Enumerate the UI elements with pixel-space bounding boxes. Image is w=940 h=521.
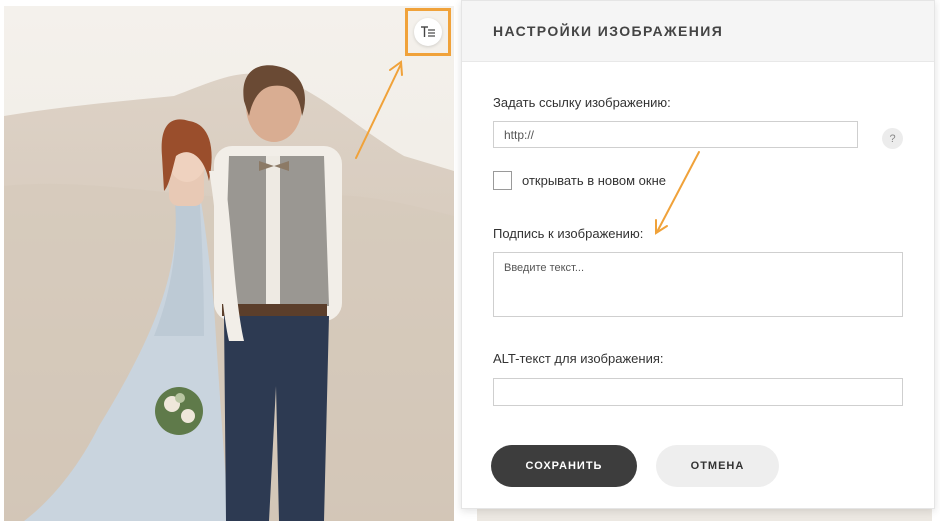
new-window-checkbox[interactable] <box>493 171 512 190</box>
image-settings-panel: НАСТРОЙКИ ИЗОБРАЖЕНИЯ Задать ссылку изоб… <box>461 0 935 509</box>
text-settings-button[interactable] <box>405 8 451 56</box>
text-settings-circle <box>414 18 442 46</box>
panel-title: НАСТРОЙКИ ИЗОБРАЖЕНИЯ <box>493 23 724 39</box>
panel-header: НАСТРОЙКИ ИЗОБРАЖЕНИЯ <box>462 1 934 62</box>
caption-label: Подпись к изображению: <box>493 226 644 241</box>
link-input[interactable] <box>493 121 858 148</box>
background-image-strip <box>477 509 932 521</box>
alt-label: ALT-текст для изображения: <box>493 351 664 366</box>
link-label: Задать ссылку изображению: <box>493 95 671 110</box>
new-window-label: открывать в новом окне <box>522 173 666 188</box>
help-icon[interactable]: ? <box>882 128 903 149</box>
caption-input[interactable] <box>493 252 903 317</box>
alt-input[interactable] <box>493 378 903 406</box>
editor-stage: НАСТРОЙКИ ИЗОБРАЖЕНИЯ Задать ссылку изоб… <box>0 0 940 521</box>
save-button[interactable]: СОХРАНИТЬ <box>491 445 637 487</box>
text-align-icon <box>421 26 435 37</box>
cancel-button[interactable]: ОТМЕНА <box>656 445 779 487</box>
wedding-photo <box>4 6 454 521</box>
